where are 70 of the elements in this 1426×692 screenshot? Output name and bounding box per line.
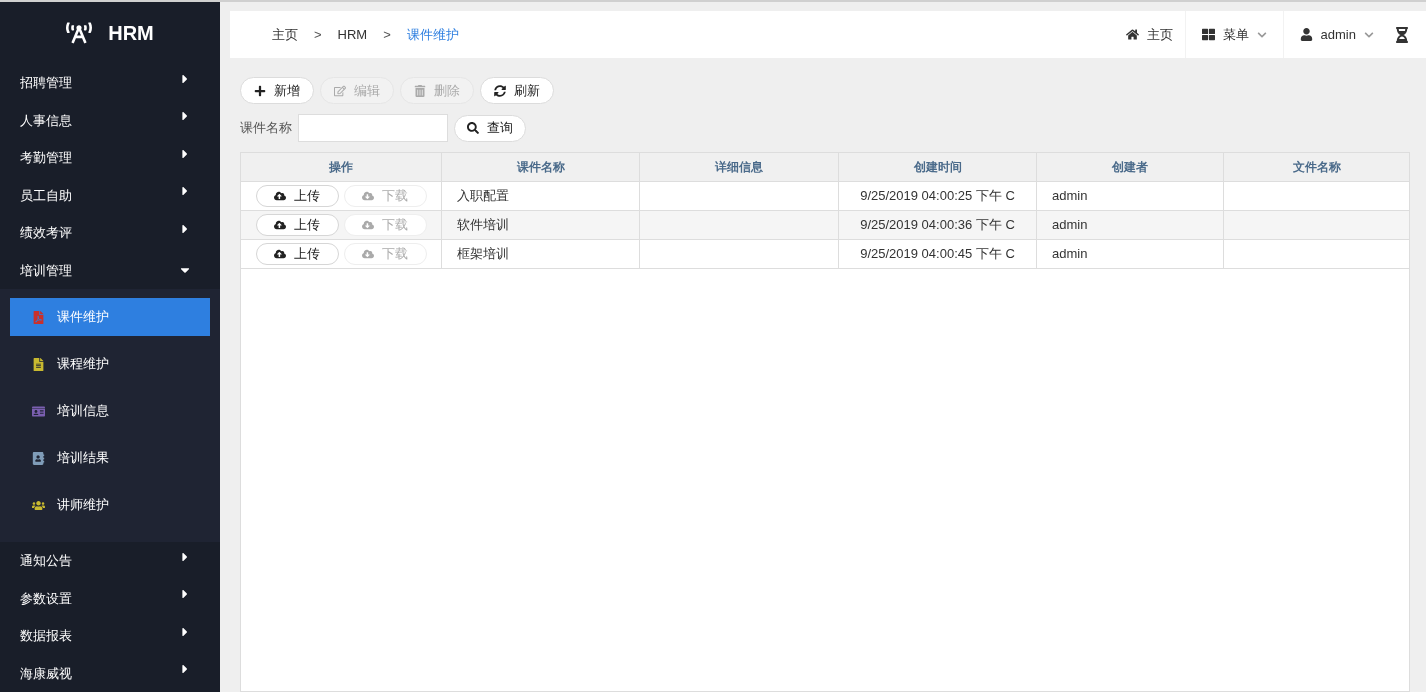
cloud-upload-icon [274, 219, 286, 231]
table-cell-text: 软件培训 [457, 216, 509, 235]
antenna-logo-icon [66, 20, 93, 46]
contact-book-icon [32, 451, 45, 465]
document-icon [32, 310, 45, 324]
breadcrumb-link[interactable]: HRM [337, 24, 368, 45]
table-cell-text: 9/25/2019 04:00:36 下午 C [860, 216, 1015, 235]
table-cell-text: admin [1052, 187, 1088, 206]
chevron-down-icon [1256, 29, 1267, 40]
column-header: 课件名称 [516, 159, 565, 176]
user-dropdown[interactable]: admin [1283, 11, 1390, 58]
column-header: 创建者 [1112, 159, 1148, 176]
column-header: 文件名称 [1292, 159, 1341, 176]
refresh-icon [494, 84, 506, 97]
user-icon [1299, 28, 1313, 41]
menu-item[interactable]: 考勤管理 [0, 139, 220, 177]
column-header: 创建时间 [913, 159, 962, 176]
cloud-upload-icon [274, 190, 286, 202]
table-cell-text: 入职配置 [457, 187, 509, 206]
chevron-down-icon [1364, 29, 1374, 40]
cloud-download-icon [362, 219, 374, 231]
submenu-item[interactable]: 课程维护 [10, 345, 210, 383]
menu-item[interactable]: 数据报表 [0, 617, 220, 655]
menu-item[interactable]: 海康威视 [0, 654, 220, 692]
breadcrumb-separator: > [314, 25, 322, 44]
breadcrumb-link[interactable]: 课件维护 [406, 24, 459, 45]
edit-icon [334, 84, 346, 97]
input-field[interactable] [298, 114, 448, 142]
menu-dropdown[interactable]: 菜单 [1184, 11, 1284, 58]
column-header: 详细信息 [715, 159, 763, 176]
menu-item[interactable]: 通知公告 [0, 542, 220, 580]
trash-icon [414, 84, 426, 97]
home-icon [1125, 28, 1139, 41]
id-card-icon [32, 404, 45, 418]
column-header: 操作 [329, 159, 353, 176]
table-cell-text: 9/25/2019 04:00:25 下午 C [860, 187, 1015, 206]
upload-button[interactable]: 上传 [255, 185, 339, 207]
menu-item[interactable]: 招聘管理 [0, 64, 220, 102]
menu-item[interactable]: 人事信息 [0, 101, 220, 139]
upload-button[interactable]: 上传 [255, 214, 339, 236]
query-button[interactable]: 查询 [454, 114, 526, 142]
hourglass-icon[interactable] [1394, 26, 1410, 43]
grid-icon [1201, 28, 1215, 41]
toolbar-button[interactable]: 刷新 [480, 77, 554, 104]
menu-item[interactable]: 员工自助 [0, 176, 220, 214]
submenu-item[interactable]: 讲师维护 [10, 486, 210, 524]
submenu-item[interactable]: 培训信息 [10, 392, 210, 430]
table-cell-text: admin [1052, 216, 1088, 235]
search-icon [467, 122, 479, 134]
document-icon [32, 357, 45, 371]
breadcrumb-link[interactable]: 主页 [272, 24, 298, 45]
table-cell-text: 9/25/2019 04:00:45 下午 C [860, 245, 1015, 264]
field-label: 课件名称 [240, 119, 292, 138]
menu-item[interactable]: 参数设置 [0, 579, 220, 617]
breadcrumb-separator: > [383, 25, 391, 44]
toolbar-button[interactable]: 新增 [240, 77, 314, 104]
cloud-upload-icon [274, 248, 286, 260]
menu-item[interactable]: 培训管理 [0, 251, 220, 289]
cloud-download-icon [362, 248, 374, 260]
logo-text: HRM [108, 21, 154, 46]
table-cell-text: 框架培训 [457, 245, 509, 264]
plus-icon [254, 84, 266, 97]
menu-item[interactable]: 绩效考评 [0, 214, 220, 252]
upload-button[interactable]: 上传 [255, 243, 339, 265]
submenu-item[interactable]: 培训结果 [10, 439, 210, 477]
home-link[interactable]: 主页 [1113, 11, 1185, 58]
table-cell-text: admin [1052, 245, 1088, 264]
cloud-download-icon [362, 190, 374, 202]
people-icon [32, 498, 45, 512]
submenu-item[interactable]: 课件维护 [10, 298, 210, 336]
